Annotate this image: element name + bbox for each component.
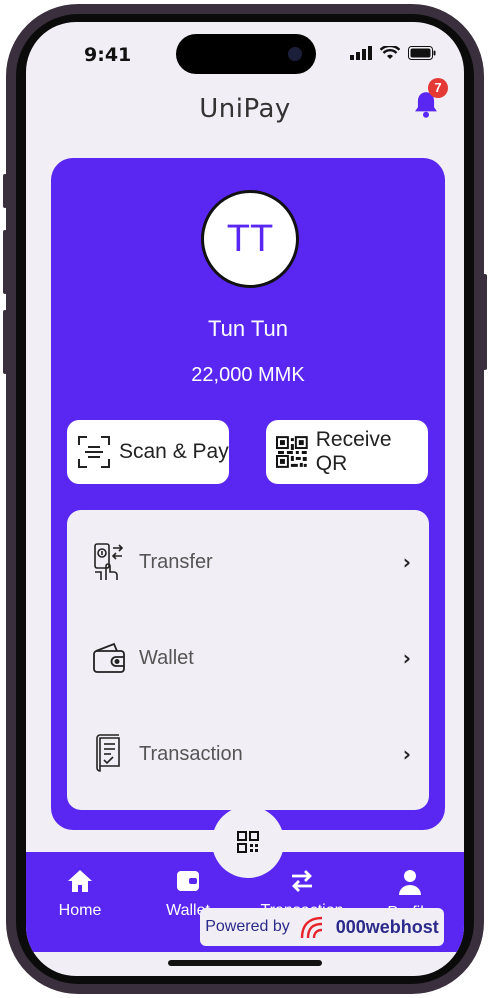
scan-pay-button[interactable]: Scan & Pay xyxy=(67,420,229,484)
avatar[interactable]: TT xyxy=(201,190,299,288)
status-time: 9:41 xyxy=(84,44,132,66)
signal-icon xyxy=(350,46,372,60)
menu-item-transfer[interactable]: Transfer › xyxy=(67,522,429,602)
qr-code-icon xyxy=(237,831,259,853)
receive-qr-label: Receive QR xyxy=(315,428,392,475)
home-indicator[interactable] xyxy=(168,960,322,966)
wallet-icon xyxy=(177,871,199,891)
menu-item-transaction[interactable]: Transaction › xyxy=(67,714,429,794)
scan-icon xyxy=(78,436,110,468)
chevron-right-icon: › xyxy=(402,646,411,670)
webhost-brand: 000webhost xyxy=(335,916,439,937)
receive-qr-button[interactable]: Receive QR xyxy=(266,420,428,484)
qr-code-icon xyxy=(276,436,308,468)
phone-side-button xyxy=(3,174,7,208)
user-icon xyxy=(399,870,421,895)
camera-icon xyxy=(288,47,302,61)
webhost-logo-icon xyxy=(300,916,322,939)
phone-side-button xyxy=(3,230,7,294)
chevron-right-icon: › xyxy=(402,550,411,574)
powered-by-text: Powered by xyxy=(205,918,290,935)
account-balance: 22,000 MMK xyxy=(191,364,305,386)
menu-item-wallet[interactable]: Wallet › xyxy=(67,618,429,698)
powered-by-banner[interactable]: Powered by 000webhost xyxy=(200,908,444,946)
account-card: TT Tun Tun 22,000 MMK Scan & Pay Receive… xyxy=(51,158,445,830)
menu-item-transfer-label: Transfer xyxy=(139,550,213,573)
wallet-icon xyxy=(91,638,127,678)
wifi-icon xyxy=(380,46,400,59)
scan-qr-fab[interactable] xyxy=(212,806,284,878)
scan-pay-label: Scan & Pay xyxy=(119,440,229,463)
receipt-icon xyxy=(91,734,127,774)
notification-badge: 7 xyxy=(428,78,448,98)
nav-home[interactable]: Home xyxy=(35,868,125,920)
menu-panel: Transfer › Wallet › Transaction › xyxy=(67,510,429,810)
status-icons xyxy=(350,46,436,60)
chevron-right-icon: › xyxy=(402,742,411,766)
phone-power-button xyxy=(483,274,487,370)
phone-side-button xyxy=(3,310,7,374)
transfer-money-icon xyxy=(91,542,127,582)
menu-item-wallet-label: Wallet xyxy=(139,646,194,669)
home-icon xyxy=(68,870,92,892)
app-title: UniPay xyxy=(199,94,291,124)
user-name: Tun Tun xyxy=(208,316,288,341)
battery-icon xyxy=(408,46,436,60)
dynamic-island xyxy=(176,34,316,74)
menu-item-transaction-label: Transaction xyxy=(139,742,243,765)
nav-home-label: Home xyxy=(58,902,102,919)
app-screen: 9:41 UniPay 7 TT Tun Tun 22,000 MMK Scan… xyxy=(26,22,464,976)
swap-arrows-icon xyxy=(292,870,312,892)
